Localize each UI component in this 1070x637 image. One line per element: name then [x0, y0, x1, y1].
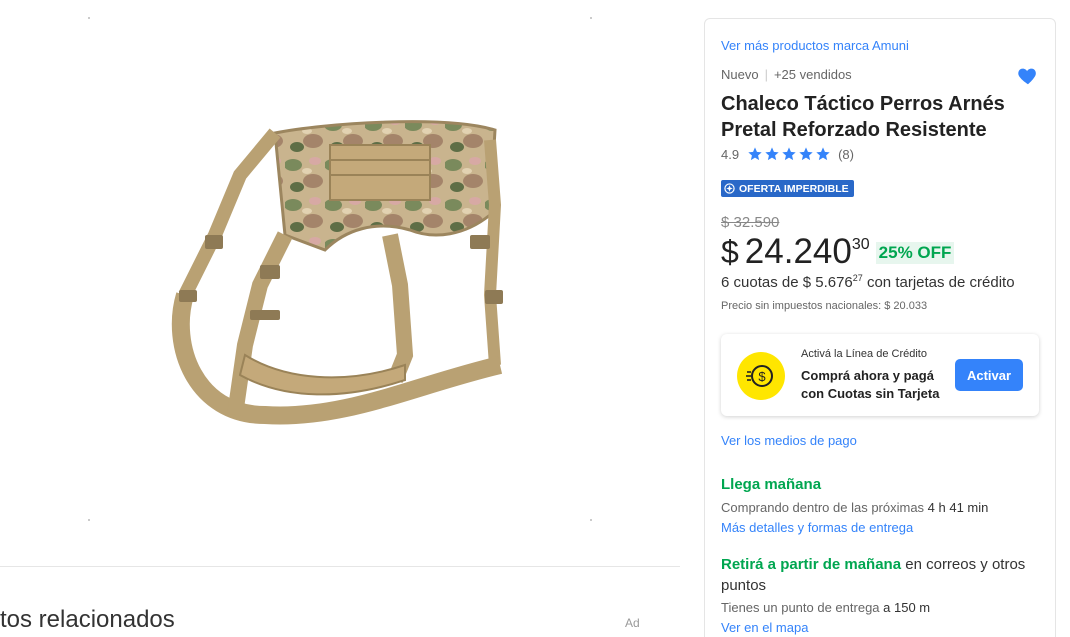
price-cents: 30 — [851, 236, 870, 253]
deal-badge: OFERTA IMPERDIBLE — [721, 180, 854, 197]
shipping-time: 4 h 41 min — [927, 500, 989, 515]
deal-icon — [724, 183, 735, 194]
pickup-title: Retirá a partir de mañana — [721, 556, 902, 573]
product-meta: Nuevo | +25 vendidos — [721, 67, 852, 82]
pickup-detail-text: Tienes un punto de entrega — [721, 600, 884, 615]
pickup-distance: a 150 m — [883, 600, 931, 615]
star-icon — [748, 147, 762, 161]
heart-icon[interactable] — [1017, 65, 1039, 87]
shipping-detail: Comprando dentro de las próximas 4 h 41 … — [721, 500, 988, 515]
gallery-corner-dot — [88, 519, 90, 521]
credit-line-text: Comprá ahora y pagá con Cuotas sin Tarje… — [801, 368, 940, 401]
ad-label: Ad — [625, 616, 640, 630]
rating-value: 4.9 — [721, 146, 740, 162]
installments-cents: 27 — [852, 273, 863, 283]
activate-credit-button[interactable]: Activar — [955, 359, 1023, 391]
installments-info: 6 cuotas de $ 5.67627 con tarjetas de cr… — [721, 273, 1015, 291]
credit-line-label: Activá la Línea de Crédito — [801, 348, 927, 360]
discount-badge: 25% OFF — [875, 242, 955, 264]
gallery-corner-dot — [590, 519, 592, 521]
rating-stars — [747, 146, 831, 162]
svg-text:$: $ — [758, 369, 766, 384]
condition-label: Nuevo — [721, 67, 759, 82]
star-icon — [816, 147, 830, 161]
delivery-details-link[interactable]: Más detalles y formas de entrega — [721, 520, 913, 535]
credit-line-card: $ Activá la Línea de Crédito Comprá ahor… — [721, 334, 1039, 416]
shipping-title: Llega mañana — [721, 476, 822, 493]
star-icon — [782, 147, 796, 161]
rating-row[interactable]: 4.9 (8) — [721, 146, 854, 162]
star-icon — [799, 147, 813, 161]
map-link[interactable]: Ver en el mapa — [721, 620, 808, 635]
buy-box: Ver más productos marca Amuni Nuevo | +25 … — [704, 18, 1056, 637]
gallery-corner-dot — [88, 17, 90, 19]
price-amount: 24.240 — [744, 232, 852, 271]
product-title: Chaleco Táctico Perros Arnés Pretal Refo… — [721, 93, 1005, 141]
installments-prefix: 6 cuotas de $ 5.676 — [721, 274, 853, 291]
gallery-corner-dot — [590, 17, 592, 19]
brand-link[interactable]: Ver más productos marca Amuni — [721, 38, 909, 53]
price-currency: $ — [721, 234, 739, 270]
review-count: (8) — [838, 146, 854, 162]
product-gallery — [0, 0, 680, 566]
payment-methods-link[interactable]: Ver los medios de pago — [721, 433, 857, 448]
tax-note: Precio sin impuestos nacionales: $ 20.03… — [721, 300, 928, 312]
product-image[interactable] — [165, 115, 515, 435]
shipping-detail-text: Comprando dentro de las próximas — [721, 500, 928, 515]
meta-separator: | — [764, 67, 768, 82]
deal-badge-label: OFERTA IMPERDIBLE — [739, 182, 849, 195]
related-products-title: tos relacionados — [0, 606, 175, 633]
star-icon — [765, 147, 779, 161]
installments-suffix: con tarjetas de crédito — [862, 274, 1015, 291]
current-price: $ 24.240 30 25% OFF — [721, 232, 955, 272]
pickup-detail: Tienes un punto de entrega a 150 m — [721, 600, 930, 615]
section-divider — [0, 566, 680, 567]
original-price: $ 32.590 — [721, 214, 780, 231]
sold-count: +25 vendidos — [773, 67, 852, 82]
pickup-info: Retirá a partir de mañana en correos y o… — [721, 554, 1041, 596]
credit-coin-icon: $ — [737, 352, 785, 400]
